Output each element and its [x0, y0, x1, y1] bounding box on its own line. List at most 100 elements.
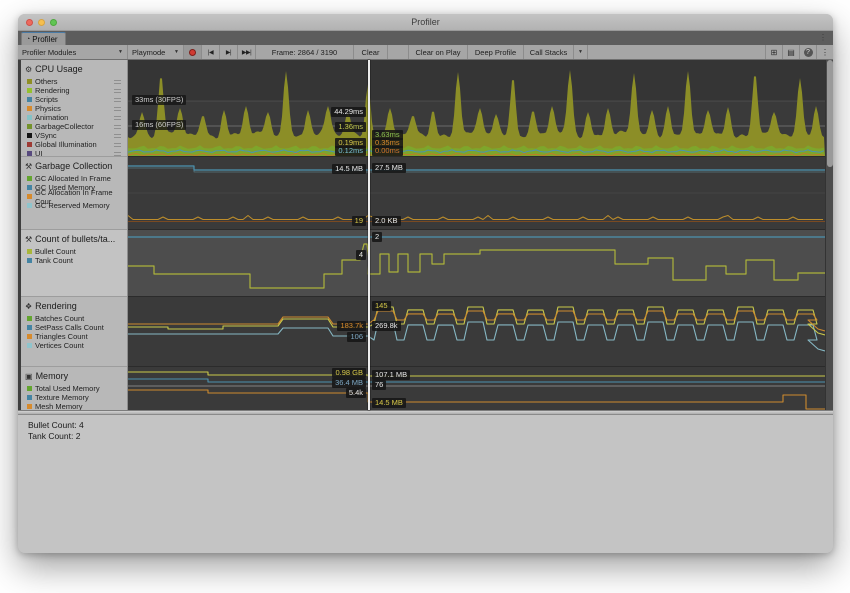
drag-handle-icon[interactable] — [114, 116, 121, 120]
legend-item[interactable]: Physics — [25, 104, 124, 113]
legend-item[interactable]: Triangles Count — [25, 332, 124, 341]
legend-swatch — [27, 133, 32, 138]
frame-playhead[interactable] — [368, 60, 370, 410]
save-icon[interactable]: ▤ — [782, 45, 799, 59]
drag-handle-icon[interactable] — [114, 107, 121, 111]
rendering-chart-canvas — [128, 297, 825, 367]
detail-line-tank-count: Tank Count: 2 — [28, 431, 833, 442]
close-window-button[interactable] — [26, 19, 33, 26]
legend-swatch — [27, 106, 32, 111]
charts-column: 33ms (30FPS) 16ms (60FPS) 44.29ms 1.36ms… — [128, 60, 825, 410]
module-title: Garbage Collection — [35, 161, 112, 171]
legend-swatch — [27, 151, 32, 156]
legend-item[interactable]: Vertices Count — [25, 341, 124, 350]
legend-swatch — [27, 258, 32, 263]
legend-item[interactable]: GC Allocation In Frame Cour — [25, 192, 124, 201]
drag-handle-icon[interactable] — [114, 80, 121, 84]
target-selection-dropdown[interactable]: Playmode ▼ — [128, 45, 184, 59]
legend-item[interactable]: VSync — [25, 131, 124, 140]
clear-on-play-toggle[interactable]: Clear on Play — [408, 45, 468, 59]
legend-item[interactable]: Texture Memory — [25, 393, 124, 402]
legend-swatch — [27, 124, 32, 129]
minimize-window-button[interactable] — [38, 19, 45, 26]
bullet-tank-count-chart[interactable]: 4 2 — [128, 230, 825, 297]
drag-handle-icon[interactable] — [114, 152, 121, 156]
legend-item[interactable]: Bullet Count — [25, 247, 124, 256]
call-stacks-toggle[interactable]: Call Stacks — [524, 45, 574, 59]
panel-menu-icon[interactable]: ⋮ — [819, 33, 827, 42]
frame-stat-badge: 2.0 KB — [372, 216, 401, 226]
legend-item[interactable]: Animation — [25, 113, 124, 122]
memory-chart[interactable]: 0.98 GB 36.4 MB 5.4k 107.1 MB 76 14.5 MB — [128, 367, 825, 410]
next-frame-button[interactable]: ▶| — [220, 45, 238, 59]
legend-swatch — [27, 395, 32, 400]
tab-strip: ◔ Profiler ⋮ — [18, 31, 833, 45]
window-title: Profiler — [18, 14, 833, 30]
toolbar-spacer — [588, 45, 765, 59]
module-garbage-collection[interactable]: ⚒Garbage Collection GC Allocated In Fram… — [21, 157, 127, 230]
legend-item[interactable]: UI — [25, 149, 124, 157]
deep-profile-toggle[interactable]: Deep Profile — [468, 45, 524, 59]
profiler-modules-dropdown[interactable]: Profiler Modules ▼ — [18, 45, 128, 59]
frame-stat-badge: 36.4 MB — [332, 378, 366, 388]
legend-swatch — [27, 97, 32, 102]
dock-icon[interactable]: ⊞ — [765, 45, 782, 59]
memory-icon: ▣ — [25, 372, 33, 381]
drag-handle-icon[interactable] — [114, 134, 121, 138]
memory-chart-canvas — [128, 367, 825, 410]
call-stacks-dropdown-arrow[interactable]: ▼ — [574, 45, 588, 59]
legend-swatch — [27, 386, 32, 391]
drag-handle-icon[interactable] — [114, 125, 121, 129]
legend-swatch — [27, 176, 32, 181]
drag-handle-icon[interactable] — [114, 89, 121, 93]
frame-stat-badge: 0.98 GB — [332, 368, 366, 378]
chevron-down-icon: ▼ — [114, 49, 123, 55]
bullets-chart-canvas — [128, 230, 825, 297]
drag-handle-icon[interactable] — [114, 98, 121, 102]
legend-item[interactable]: Total Used Memory — [25, 384, 124, 393]
garbage-collection-chart[interactable]: 14.5 MB 19 27.5 MB 2.0 KB — [128, 157, 825, 230]
previous-frame-button[interactable]: |◀ — [202, 45, 220, 59]
vertical-scrollbar[interactable] — [825, 60, 833, 410]
legend-item[interactable]: Others — [25, 77, 124, 86]
profiler-gauge-icon: ◔ — [26, 36, 30, 43]
legend-item[interactable]: Tank Count — [25, 256, 124, 265]
legend-swatch — [27, 203, 32, 208]
clear-button[interactable]: Clear — [354, 45, 388, 59]
gc-chart-canvas — [128, 157, 825, 230]
frame-stat-badge: 14.5 MB — [372, 398, 406, 408]
legend-item[interactable]: Mesh Memory — [25, 402, 124, 410]
module-memory[interactable]: ▣Memory Total Used Memory Texture Memory… — [21, 367, 127, 410]
legend-item[interactable]: Batches Count — [25, 314, 124, 323]
current-frame-button[interactable]: ▶▶| — [238, 45, 256, 59]
tab-profiler[interactable]: ◔ Profiler — [21, 32, 66, 45]
legend-item[interactable]: Global Illumination — [25, 140, 124, 149]
cpu-chart-canvas — [128, 60, 825, 157]
module-title: Rendering — [35, 301, 77, 311]
frame-stat-badge: 0.00ms — [372, 146, 403, 156]
help-icon[interactable]: ? — [799, 45, 816, 59]
module-count-of-bullets[interactable]: ⚒Count of bullets/ta... Bullet Count Tan… — [21, 230, 127, 297]
zoom-window-button[interactable] — [50, 19, 57, 26]
scrollbar-thumb[interactable] — [827, 60, 833, 167]
legend-swatch — [27, 404, 32, 409]
record-button[interactable] — [184, 45, 202, 59]
legend-item[interactable]: GC Allocated In Frame — [25, 174, 124, 183]
drag-handle-icon[interactable] — [114, 143, 121, 147]
rendering-chart[interactable]: 183.7k 106 145 269.8k — [128, 297, 825, 367]
grid-label-60fps: 16ms (60FPS) — [132, 120, 186, 130]
legend-item[interactable]: Scripts — [25, 95, 124, 104]
rendering-icon: ❖ — [25, 302, 32, 311]
legend-item[interactable]: Rendering — [25, 86, 124, 95]
kebab-menu-icon[interactable]: ⋮ — [816, 45, 833, 59]
module-title: Count of bullets/ta... — [35, 234, 115, 244]
module-rendering[interactable]: ❖Rendering Batches Count SetPass Calls C… — [21, 297, 127, 367]
module-cpu-usage[interactable]: ⚙CPU Usage Others Rendering Scripts Phys… — [21, 60, 127, 157]
frame-stat-badge: 5.4k — [346, 388, 366, 398]
module-legend-sidebar: ⚙CPU Usage Others Rendering Scripts Phys… — [21, 60, 128, 410]
legend-item[interactable]: GarbageCollector — [25, 122, 124, 131]
frame-stat-badge: 27.5 MB — [372, 163, 406, 173]
legend-item[interactable]: GC Reserved Memory — [25, 201, 124, 210]
legend-item[interactable]: SetPass Calls Count — [25, 323, 124, 332]
cpu-usage-chart[interactable]: 33ms (30FPS) 16ms (60FPS) 44.29ms 1.36ms… — [128, 60, 825, 157]
